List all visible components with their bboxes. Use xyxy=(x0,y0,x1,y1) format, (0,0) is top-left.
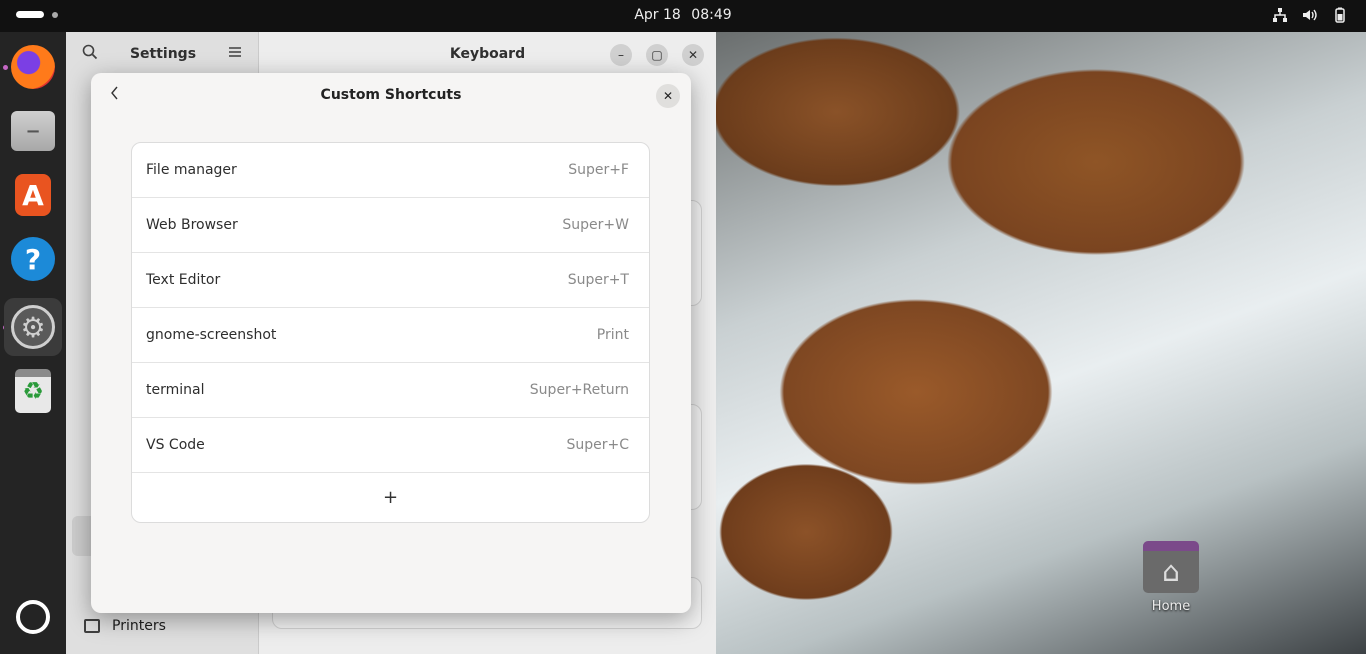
home-folder-desktop-icon[interactable]: Home xyxy=(1143,541,1199,614)
folder-icon xyxy=(1143,541,1199,593)
shortcut-accelerator: Super+W xyxy=(562,217,629,233)
shortcut-name: VS Code xyxy=(146,437,205,453)
battery-icon xyxy=(1332,7,1348,23)
top-bar: Apr 18 08:49 xyxy=(0,0,1366,32)
shortcut-name: gnome-screenshot xyxy=(146,327,277,343)
desktop-wallpaper xyxy=(716,32,1366,654)
dock-app-center[interactable]: A xyxy=(4,166,62,224)
dialog-close-button[interactable]: ✕ xyxy=(656,84,680,108)
settings-icon: ⚙ xyxy=(11,305,55,349)
dock-show-apps[interactable] xyxy=(4,588,62,646)
volume-icon xyxy=(1302,7,1318,23)
shortcut-name: Text Editor xyxy=(146,272,221,288)
shortcut-accelerator: Print xyxy=(596,327,629,343)
app-center-icon: A xyxy=(15,174,51,216)
shortcuts-list: File manager Super+F Web Browser Super+W… xyxy=(131,142,650,523)
clock-date: Apr 18 xyxy=(634,7,681,23)
clock[interactable]: Apr 18 08:49 xyxy=(0,7,1366,23)
shortcut-row[interactable]: Web Browser Super+W xyxy=(132,198,649,253)
trash-icon: ♻ xyxy=(15,369,51,413)
firefox-icon xyxy=(11,45,55,89)
shortcut-name: Web Browser xyxy=(146,217,238,233)
help-icon: ? xyxy=(11,237,55,281)
shortcut-accelerator: Super+C xyxy=(566,437,629,453)
dock-firefox[interactable] xyxy=(4,38,62,96)
shortcut-row[interactable]: File manager Super+F xyxy=(132,143,649,198)
shortcut-accelerator: Super+F xyxy=(568,162,629,178)
dock-files[interactable]: − xyxy=(4,102,62,160)
shortcut-name: File manager xyxy=(146,162,237,178)
files-icon: − xyxy=(11,111,55,151)
close-icon: ✕ xyxy=(662,89,674,103)
shortcut-row[interactable]: gnome-screenshot Print xyxy=(132,308,649,363)
shortcut-name: terminal xyxy=(146,382,205,398)
dialog-title: Custom Shortcuts xyxy=(320,87,462,103)
ubuntu-apps-icon xyxy=(16,600,50,634)
shortcut-row[interactable]: terminal Super+Return xyxy=(132,363,649,418)
home-label: Home xyxy=(1151,599,1191,614)
custom-shortcuts-dialog: Custom Shortcuts ✕ File manager Super+F … xyxy=(91,73,691,613)
shortcut-row[interactable]: Text Editor Super+T xyxy=(132,253,649,308)
dock-settings[interactable]: ⚙ xyxy=(4,298,62,356)
system-tray[interactable] xyxy=(1272,7,1348,23)
shortcut-row[interactable]: VS Code Super+C xyxy=(132,418,649,473)
network-icon xyxy=(1272,7,1288,23)
dock: − A ? ⚙ ♻ xyxy=(0,32,66,654)
add-shortcut-button[interactable]: + xyxy=(132,473,649,522)
plus-icon: + xyxy=(382,487,399,508)
shortcut-accelerator: Super+Return xyxy=(529,382,629,398)
shortcut-accelerator: Super+T xyxy=(567,272,629,288)
clock-time: 08:49 xyxy=(691,7,732,23)
dock-help[interactable]: ? xyxy=(4,230,62,288)
dock-trash[interactable]: ♻ xyxy=(4,362,62,420)
